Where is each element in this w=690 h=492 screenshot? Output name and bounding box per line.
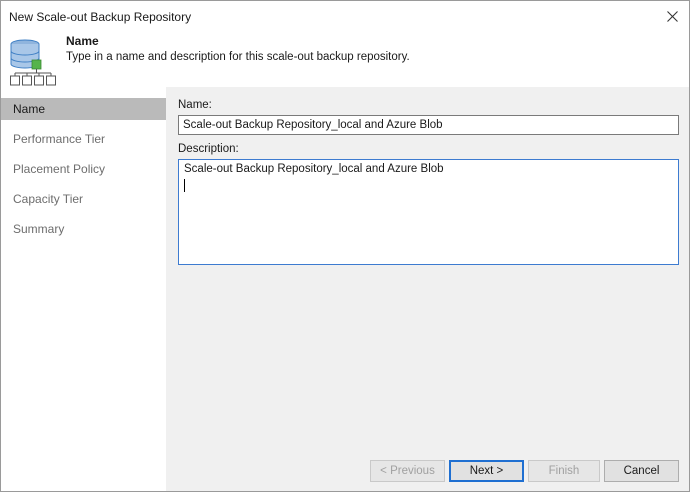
- text-caret: [184, 179, 185, 192]
- sidebar-item-placement-policy[interactable]: Placement Policy: [1, 158, 166, 180]
- description-label: Description:: [178, 143, 239, 155]
- sidebar-item-capacity-tier[interactable]: Capacity Tier: [1, 188, 166, 210]
- sidebar-item-name[interactable]: Name: [1, 98, 166, 120]
- finish-button[interactable]: Finish: [528, 460, 600, 482]
- description-text: Scale-out Backup Repository_local and Az…: [184, 163, 444, 175]
- window-title: New Scale-out Backup Repository: [9, 10, 192, 24]
- scale-out-repository-icon: [10, 39, 56, 86]
- wizard-window: New Scale-out Backup Repository Name Typ…: [0, 0, 690, 492]
- previous-button[interactable]: < Previous: [370, 460, 445, 482]
- step-title: Name: [66, 34, 99, 48]
- title-bar: New Scale-out Backup Repository: [1, 1, 689, 31]
- sidebar-item-summary[interactable]: Summary: [1, 218, 166, 240]
- description-textarea[interactable]: Scale-out Backup Repository_local and Az…: [178, 159, 679, 265]
- step-description: Type in a name and description for this …: [66, 51, 410, 63]
- sidebar-item-performance-tier[interactable]: Performance Tier: [1, 128, 166, 150]
- wizard-steps-sidebar: Name Performance Tier Placement Policy C…: [1, 87, 166, 491]
- name-input[interactable]: [178, 115, 679, 135]
- cancel-button[interactable]: Cancel: [604, 460, 679, 482]
- close-icon: [666, 10, 678, 22]
- next-button[interactable]: Next >: [449, 460, 524, 482]
- wizard-footer: < Previous Next > Finish Cancel: [166, 454, 689, 491]
- wizard-header: Name Type in a name and description for …: [1, 31, 689, 87]
- step-content: Name: Description: Scale-out Backup Repo…: [166, 87, 689, 454]
- name-label: Name:: [178, 99, 212, 111]
- close-button[interactable]: [655, 1, 689, 31]
